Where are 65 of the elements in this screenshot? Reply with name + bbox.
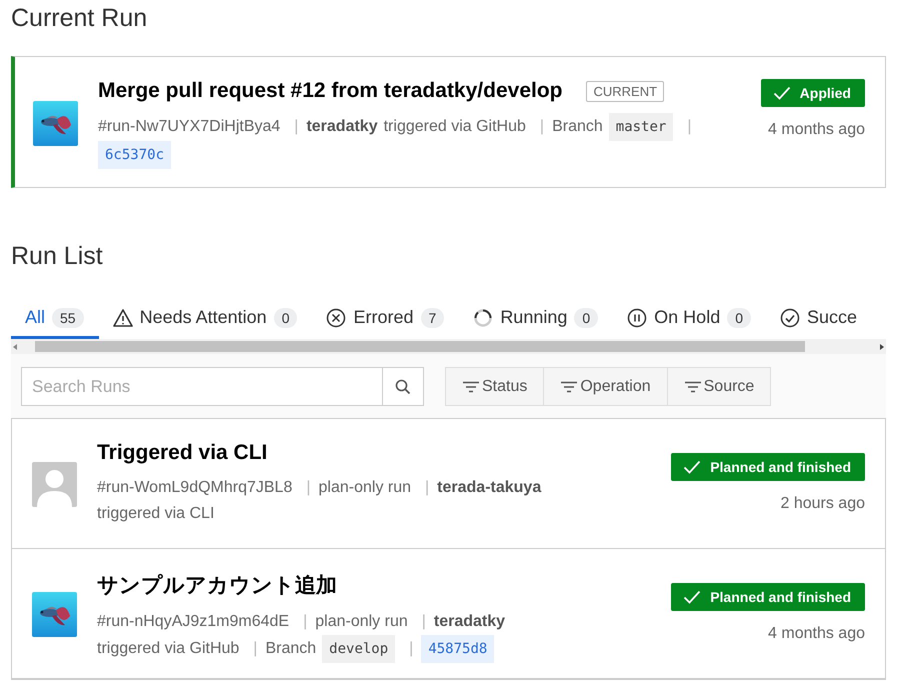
status-badge: Applied [760, 79, 865, 107]
branch-name: develop [322, 635, 396, 663]
filter-icon [560, 380, 578, 392]
meta-text: triggered via CLI [97, 504, 214, 524]
run-id: #run-nHqyAJ9z1m9m64dE [97, 612, 290, 632]
separator: | [540, 117, 544, 137]
section-heading: Current Run [11, 3, 148, 31]
commit-link[interactable]: 6c5370c [98, 141, 172, 169]
filter-button[interactable]: Operation [543, 367, 668, 406]
filter-tab[interactable]: On Hold 0 [613, 307, 766, 339]
run-id: #run-Nw7UYX7DiHjtBya4 [98, 117, 280, 137]
status-badge: Planned and finished [671, 583, 865, 611]
count-badge: 0 [727, 308, 752, 328]
error-icon [326, 308, 346, 328]
filter-tab[interactable]: Succe [766, 307, 872, 339]
default-avatar-icon [32, 462, 77, 507]
filter-icon [684, 380, 702, 392]
separator: | [425, 478, 430, 498]
meta-text: triggered via GitHub [384, 117, 526, 137]
filter-button[interactable]: Status [445, 367, 544, 406]
spinner-icon [473, 308, 494, 328]
count-badge: 0 [574, 308, 598, 328]
filter-tab[interactable]: Errored 7 [312, 307, 460, 339]
filter-icon [462, 380, 480, 392]
count-badge: 0 [274, 308, 298, 328]
current-tag: CURRENT [586, 80, 664, 102]
run-time: 2 hours ago [780, 495, 865, 513]
search-field[interactable]: Search Runs [21, 367, 383, 406]
meta-text: plan-only run [318, 478, 412, 498]
user-name: teradatky [306, 117, 378, 137]
scroll-right-icon[interactable] [878, 342, 886, 350]
separator: | [303, 612, 308, 632]
run-time: 4 months ago [768, 121, 865, 139]
user-name: terada-takuya [437, 478, 542, 498]
branch-name: master [608, 113, 674, 141]
search-icon[interactable] [383, 367, 424, 406]
pause-icon [627, 308, 648, 328]
filter-button[interactable]: Source [666, 367, 772, 406]
count-badge: 55 [52, 308, 84, 328]
run-time: 4 months ago [768, 625, 865, 643]
meta-text: Branch [552, 117, 603, 137]
separator: | [253, 639, 258, 659]
user-name: teradatky [434, 612, 506, 632]
horizontal-scrollbar[interactable] [11, 339, 886, 354]
separator: | [687, 117, 692, 137]
meta-text: triggered via GitHub [97, 639, 240, 659]
separator: | [422, 612, 426, 632]
filter-tab[interactable]: Needs Attention 0 [98, 307, 312, 339]
meta-text: Branch [265, 639, 316, 659]
run-id: #run-WomL9dQMhrq7JBL8 [97, 478, 292, 498]
scroll-left-icon[interactable] [11, 342, 19, 350]
section-heading: Run List [11, 244, 104, 269]
run-title[interactable]: サンプルアカウント追加 [97, 571, 337, 599]
check-circle-icon [780, 308, 800, 328]
run-title[interactable]: Triggered via CLI [97, 441, 268, 465]
warning-icon [112, 308, 133, 328]
filter-tab[interactable]: Running 0 [459, 307, 614, 339]
commit-link[interactable]: 45875d8 [421, 635, 494, 663]
meta-text: plan-only run [315, 612, 408, 632]
separator: | [294, 117, 298, 137]
separator: | [409, 639, 414, 659]
separator: | [306, 478, 311, 498]
count-badge: 7 [420, 308, 444, 328]
status-badge: Planned and finished [671, 453, 865, 481]
run-title[interactable]: Merge pull request #12 from teradatky/develop [98, 79, 562, 103]
